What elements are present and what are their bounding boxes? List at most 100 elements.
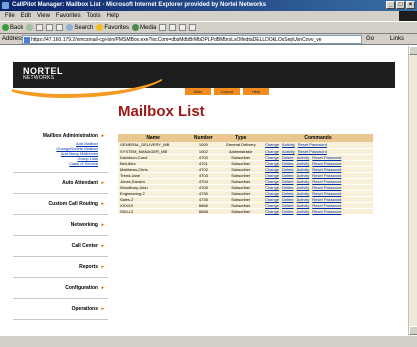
delete-link[interactable]: Delete	[282, 185, 294, 190]
go-button[interactable]: Go	[366, 34, 374, 45]
activity-link[interactable]: Activity	[297, 185, 310, 190]
change-link[interactable]: Change	[265, 142, 279, 147]
activity-link[interactable]: Activity	[297, 179, 310, 184]
reset-password-link[interactable]: Reset Password	[298, 149, 327, 154]
activity-link[interactable]: Activity	[297, 161, 310, 166]
reset-password-link[interactable]: Reset Password	[312, 203, 341, 208]
sidebar-item-mailbox-administration[interactable]: Mailbox Administration	[13, 131, 108, 141]
change-link[interactable]: Change	[265, 185, 279, 190]
sidebar-item-custom-call-routing[interactable]: Custom Call Routing	[13, 194, 108, 214]
delete-link[interactable]: Delete	[282, 167, 294, 172]
stop-icon	[36, 24, 44, 31]
menu-file[interactable]: File	[2, 11, 18, 21]
reset-password-link[interactable]: Reset Password	[312, 167, 341, 172]
change-link[interactable]: Change	[265, 209, 279, 214]
delete-link[interactable]: Delete	[282, 209, 294, 214]
main-button[interactable]: Main	[185, 88, 211, 95]
sidebar-item-auto-attendant[interactable]: Auto Attendant	[13, 173, 108, 193]
reset-password-link[interactable]: Reset Password	[312, 185, 341, 190]
media-label: Media	[140, 24, 157, 31]
change-link[interactable]: Change	[265, 203, 279, 208]
sidebar-section-mailbox-administration: Mailbox Administration Add Mailbox Chang…	[13, 131, 108, 173]
menu-help[interactable]: Help	[104, 11, 122, 21]
change-link[interactable]: Change	[265, 179, 279, 184]
edit-button[interactable]	[189, 24, 197, 31]
reset-password-link[interactable]: Reset Password	[312, 179, 341, 184]
activity-link[interactable]: Activity	[297, 155, 310, 160]
page-title: Mailbox List	[118, 103, 205, 120]
menu-favorites[interactable]: Favorites	[53, 11, 84, 21]
scroll-down-button[interactable]	[409, 326, 417, 335]
activity-link[interactable]: Activity	[297, 167, 310, 172]
sidebar-item-networking[interactable]: Networking	[13, 215, 108, 235]
maximize-button[interactable]: □	[396, 1, 405, 9]
reset-password-link[interactable]: Reset Password	[312, 191, 341, 196]
activity-link[interactable]: Activity	[297, 191, 310, 196]
menu-edit[interactable]: Edit	[18, 11, 34, 21]
sidebar-link-class-of-service[interactable]: Class of Service	[13, 161, 108, 166]
delete-link[interactable]: Delete	[282, 203, 294, 208]
reset-password-link[interactable]: Reset Password	[312, 173, 341, 178]
search-label: Search	[74, 24, 94, 31]
activity-link[interactable]: Activity	[297, 173, 310, 178]
delete-link[interactable]: Delete	[282, 191, 294, 196]
close-button[interactable]: ×	[406, 1, 415, 9]
refresh-button[interactable]	[46, 24, 54, 31]
mailbox-type: Subscriber	[218, 208, 264, 215]
change-link[interactable]: Change	[265, 161, 279, 166]
minimize-button[interactable]: _	[386, 1, 395, 9]
change-link[interactable]: Change	[265, 167, 279, 172]
sidebar-item-reports[interactable]: Reports	[13, 257, 108, 277]
reset-password-link[interactable]: Reset Password	[312, 197, 341, 202]
sidebar-item-call-center[interactable]: Call Center	[13, 236, 108, 256]
reset-password-link[interactable]: Reset Password	[312, 155, 341, 160]
media-button[interactable]: Media	[132, 22, 156, 34]
window-controls: _ □ ×	[386, 1, 415, 9]
scroll-up-button[interactable]	[409, 46, 417, 55]
address-input[interactable]: https://47.160.179.2/nmcsmail-cgi-bin/PM…	[22, 35, 362, 44]
reset-password-link[interactable]: Reset Password	[312, 161, 341, 166]
sidebar-item-operations[interactable]: Operations	[13, 299, 108, 319]
help-button[interactable]: Help	[243, 88, 269, 95]
favorites-button[interactable]: Favorites	[96, 22, 129, 34]
mailbox-number: 6668	[188, 208, 219, 215]
activity-link[interactable]: Activity	[282, 142, 295, 147]
menu-view[interactable]: View	[34, 11, 53, 21]
delete-link[interactable]: Delete	[282, 155, 294, 160]
stop-button[interactable]	[36, 24, 44, 31]
sidebar-section: Reports	[13, 257, 108, 278]
delete-link[interactable]: Delete	[282, 161, 294, 166]
print-button[interactable]	[179, 24, 187, 31]
reset-password-link[interactable]: Reset Password	[312, 209, 341, 214]
print-icon	[179, 24, 187, 31]
activity-link[interactable]: Activity	[282, 149, 295, 154]
logout-button[interactable]: Logout	[214, 88, 240, 95]
change-link[interactable]: Change	[265, 149, 279, 154]
change-link[interactable]: Change	[265, 197, 279, 202]
change-link[interactable]: Change	[265, 155, 279, 160]
mail-button[interactable]	[169, 24, 177, 31]
menu-tools[interactable]: Tools	[84, 11, 104, 21]
search-button[interactable]: Search	[66, 22, 93, 34]
history-button[interactable]	[159, 24, 167, 31]
address-bar: Address https://47.160.179.2/nmcsmail-cg…	[0, 34, 417, 45]
activity-link[interactable]: Activity	[297, 209, 310, 214]
delete-link[interactable]: Delete	[282, 173, 294, 178]
reset-password-link[interactable]: Reset Password	[298, 142, 327, 147]
vertical-scrollbar[interactable]	[408, 46, 417, 335]
delete-link[interactable]: Delete	[282, 197, 294, 202]
change-link[interactable]: Change	[265, 191, 279, 196]
home-button[interactable]	[56, 24, 64, 31]
delete-link[interactable]: Delete	[282, 179, 294, 184]
windows-logo-icon	[399, 11, 417, 21]
links-button[interactable]: Links	[390, 34, 404, 45]
back-button[interactable]: Back	[2, 22, 23, 34]
change-link[interactable]: Change	[265, 173, 279, 178]
history-icon	[159, 24, 167, 31]
home-icon	[56, 24, 64, 31]
activity-link[interactable]: Activity	[297, 203, 310, 208]
address-url: https://47.160.179.2/nmcsmail-cgi-bin/PM…	[31, 37, 322, 43]
activity-link[interactable]: Activity	[297, 197, 310, 202]
sidebar-item-configuration[interactable]: Configuration	[13, 278, 108, 298]
forward-button[interactable]	[26, 24, 34, 31]
